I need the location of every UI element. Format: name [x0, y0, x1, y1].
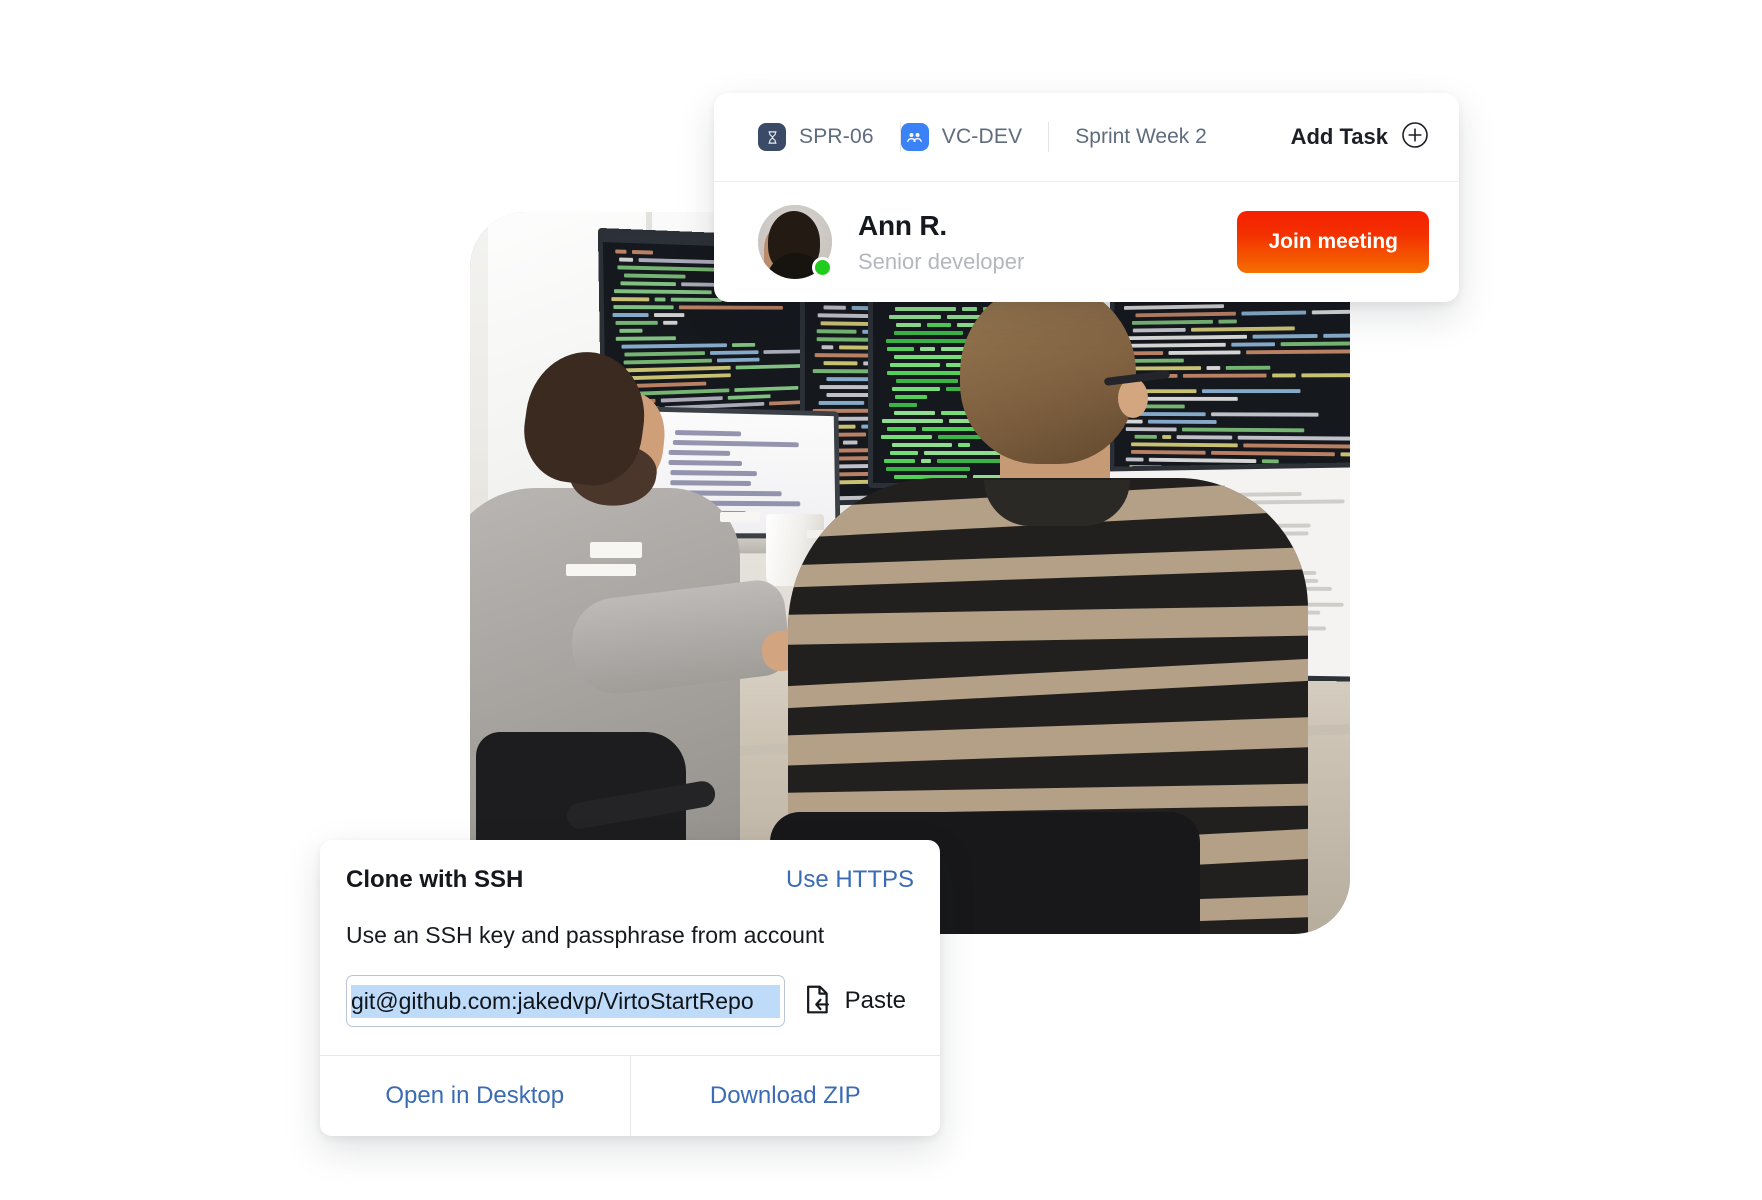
- sweater-stripe: [788, 544, 1308, 589]
- code-line: [624, 273, 685, 278]
- task-panel-toolbar: SPR-06 VC-DEV Sprint Week 2 Add Task: [714, 93, 1459, 182]
- code-line: [655, 297, 666, 301]
- sweater-stripe: [788, 604, 1308, 646]
- clone-url-value: git@github.com:jakedvp/VirtoStartRepo: [351, 985, 780, 1018]
- code-line: [1341, 452, 1350, 456]
- code-line: [619, 329, 642, 333]
- chip-vc-dev[interactable]: VC-DEV: [901, 123, 1049, 151]
- code-line: [671, 298, 722, 302]
- use-https-link[interactable]: Use HTTPS: [786, 866, 914, 894]
- open-in-desktop-button[interactable]: Open in Desktop: [320, 1056, 630, 1136]
- task-panel: SPR-06 VC-DEV Sprint Week 2 Add Task Ann…: [714, 93, 1459, 302]
- code-line: [619, 258, 633, 262]
- chip-vc-dev-label: VC-DEV: [942, 125, 1023, 149]
- user-role: Senior developer: [858, 247, 1024, 277]
- paste-button[interactable]: Paste: [785, 975, 914, 1027]
- status-badge: [812, 257, 833, 278]
- clone-url-row: git@github.com:jakedvp/VirtoStartRepo Pa…: [346, 975, 914, 1027]
- code-line: [613, 305, 673, 309]
- code-line: [615, 321, 657, 325]
- desk-paper: [566, 564, 636, 576]
- code-line: [611, 297, 649, 301]
- add-task-button[interactable]: Add Task: [1291, 121, 1429, 154]
- clone-panel: Clone with SSH Use HTTPS Use an SSH key …: [320, 840, 940, 1136]
- developer-right-collar: [984, 480, 1130, 526]
- sweater-stripe: [788, 714, 1308, 767]
- page-root: SPR-06 VC-DEV Sprint Week 2 Add Task Ann…: [0, 0, 1762, 1200]
- chip-spr-06-label: SPR-06: [799, 125, 874, 149]
- download-zip-button[interactable]: Download ZIP: [631, 1056, 941, 1136]
- sweater-stripe: [788, 655, 1308, 712]
- plus-circle-icon: [1401, 121, 1429, 154]
- code-line: [617, 265, 728, 271]
- developer-right-ear: [1118, 378, 1148, 418]
- join-meeting-button[interactable]: Join meeting: [1237, 211, 1429, 273]
- code-line: [679, 305, 783, 309]
- clone-title: Clone with SSH: [346, 866, 523, 894]
- code-line: [663, 321, 677, 325]
- clone-url-input[interactable]: git@github.com:jakedvp/VirtoStartRepo: [346, 975, 785, 1027]
- hourglass-icon: [758, 123, 786, 151]
- desk-paper: [590, 542, 642, 558]
- developer-right-head: [960, 282, 1136, 464]
- code-line: [632, 250, 653, 255]
- code-line: [1323, 333, 1350, 338]
- paste-icon: [803, 984, 833, 1019]
- code-line: [615, 249, 626, 253]
- clone-panel-header: Clone with SSH Use HTTPS: [346, 866, 914, 894]
- paste-label: Paste: [845, 987, 906, 1015]
- clone-panel-body: Clone with SSH Use HTTPS Use an SSH key …: [320, 840, 940, 1055]
- code-line: [620, 281, 675, 286]
- desk-paper: [720, 512, 760, 522]
- sweater-stripe: [788, 782, 1308, 816]
- code-line: [613, 313, 649, 317]
- user-name: Ann R.: [858, 208, 1024, 243]
- avatar[interactable]: [758, 205, 832, 279]
- clone-description: Use an SSH key and passphrase from accou…: [346, 922, 914, 949]
- clone-panel-footer: Open in Desktop Download ZIP: [320, 1055, 940, 1136]
- user-meta: Ann R. Senior developer: [858, 208, 1024, 277]
- chip-spr-06[interactable]: SPR-06: [758, 123, 900, 151]
- code-line: [654, 313, 684, 317]
- code-line: [614, 289, 712, 294]
- add-task-label: Add Task: [1291, 124, 1388, 150]
- photo-content: [470, 212, 1350, 934]
- user-row: Ann R. Senior developer Join meeting: [714, 182, 1459, 302]
- hero-photo: [470, 212, 1350, 934]
- people-group-icon: [901, 123, 929, 151]
- sprint-label[interactable]: Sprint Week 2: [1049, 125, 1233, 149]
